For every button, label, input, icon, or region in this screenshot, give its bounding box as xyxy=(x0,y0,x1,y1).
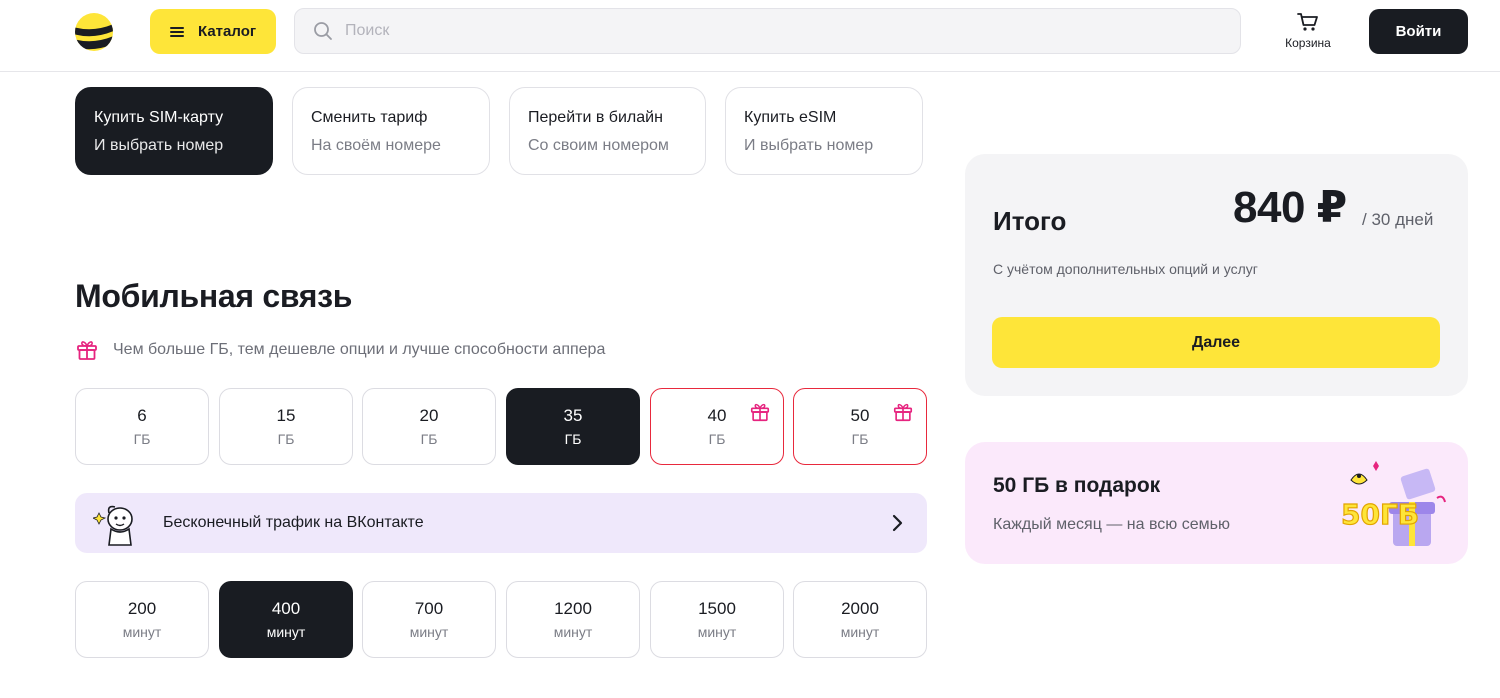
gift-icon xyxy=(77,341,97,360)
mascot-icon xyxy=(93,505,133,546)
minutes-option-700[interactable]: 700 минут xyxy=(362,581,496,658)
option-unit: ГБ xyxy=(420,430,438,447)
option-unit: минут xyxy=(409,623,449,640)
option-unit: минут xyxy=(553,623,593,640)
option-value: 50 xyxy=(850,405,870,425)
minutes-option-1500[interactable]: 1500 минут xyxy=(650,581,784,658)
minutes-option-2000[interactable]: 2000 минут xyxy=(793,581,927,658)
option-value: 1200 xyxy=(554,598,592,618)
data-option-15gb[interactable]: 15 ГБ xyxy=(219,388,353,465)
mode-card-subtitle: И выбрать номер xyxy=(94,137,224,154)
option-value: 2000 xyxy=(841,598,879,618)
cart-icon xyxy=(1297,13,1318,31)
mode-card-buy-esim[interactable]: Купить eSIM И выбрать номер xyxy=(725,87,923,175)
option-unit: ГБ xyxy=(564,430,582,447)
login-button[interactable]: Войти xyxy=(1369,9,1468,54)
mode-card-title: Купить SIM-карту xyxy=(94,109,224,126)
data-option-35gb[interactable]: 35 ГБ xyxy=(506,388,640,465)
minutes-option-200[interactable]: 200 минут xyxy=(75,581,209,658)
promo-text: Чем больше ГБ, тем дешевле опции и лучше… xyxy=(113,341,606,358)
search-bar[interactable] xyxy=(294,8,1241,54)
mode-card-change-tariff[interactable]: Сменить тариф На своём номере xyxy=(292,87,490,175)
chevron-right-icon xyxy=(892,514,903,532)
total-label: Итого xyxy=(993,206,1067,236)
gift-icon xyxy=(750,403,770,422)
option-unit: минут xyxy=(122,623,162,640)
option-unit: минут xyxy=(697,623,737,640)
data-option-50gb[interactable]: 50 ГБ xyxy=(793,388,927,465)
search-input[interactable] xyxy=(345,22,1205,40)
vk-unlimited-banner[interactable]: Бесконечный трафик на ВКонтакте xyxy=(75,493,927,553)
mode-card-switch-to-beeline[interactable]: Перейти в билайн Со своим номером xyxy=(509,87,706,175)
mode-card-subtitle: Со своим номером xyxy=(528,137,669,154)
gift-icon xyxy=(893,403,913,422)
total-period: / 30 дней xyxy=(1362,210,1434,229)
menu-icon xyxy=(170,26,184,37)
search-icon xyxy=(314,22,332,40)
section-title: Мобильная связь xyxy=(75,278,353,314)
option-value: 20 xyxy=(419,405,439,425)
gift-art-text: 50ГБ xyxy=(1341,498,1419,531)
promo-line: Чем больше ГБ, тем дешевле опции и лучше… xyxy=(75,338,605,362)
option-value: 15 xyxy=(276,405,296,425)
option-value: 700 xyxy=(414,598,444,618)
option-value: 400 xyxy=(271,598,301,618)
option-unit: минут xyxy=(840,623,880,640)
header: Каталог Корзина Войти xyxy=(0,0,1500,72)
total-summary-card: Итого 840 ₽ / 30 дней С учётом дополните… xyxy=(965,154,1468,396)
mode-card-title: Купить eSIM xyxy=(744,109,837,126)
gift-promo-card[interactable]: 50 ГБ в подарок Каждый месяц — на всю се… xyxy=(965,442,1468,564)
catalog-label: Каталог xyxy=(198,23,257,40)
mode-card-subtitle: И выбрать номер xyxy=(744,137,874,154)
vk-banner-text: Бесконечный трафик на ВКонтакте xyxy=(163,514,424,531)
minutes-option-400[interactable]: 400 минут xyxy=(219,581,353,658)
beeline-logo[interactable] xyxy=(74,12,114,52)
option-value: 6 xyxy=(137,405,147,425)
cart-label: Корзина xyxy=(1285,36,1331,50)
option-unit: ГБ xyxy=(708,430,726,447)
catalog-button[interactable]: Каталог xyxy=(150,9,276,54)
mode-card-buy-sim[interactable]: Купить SIM-карту И выбрать номер xyxy=(75,87,273,175)
total-price: 840 ₽ xyxy=(1233,183,1347,232)
mode-card-title: Сменить тариф xyxy=(311,109,428,126)
next-button[interactable]: Далее xyxy=(992,317,1440,368)
cart-button[interactable]: Корзина xyxy=(1280,12,1336,56)
mode-card-title: Перейти в билайн xyxy=(528,109,663,126)
option-value: 35 xyxy=(563,405,583,425)
option-unit: ГБ xyxy=(277,430,295,447)
gift-box-illustration: 50ГБ xyxy=(1340,461,1446,546)
option-unit: ГБ xyxy=(133,430,151,447)
total-note: С учётом дополнительных опций и услуг xyxy=(993,261,1258,277)
gift-promo-subtitle: Каждый месяц — на всю семью xyxy=(993,516,1230,533)
data-option-20gb[interactable]: 20 ГБ xyxy=(362,388,496,465)
gift-promo-title: 50 ГБ в подарок xyxy=(993,474,1161,497)
option-value: 200 xyxy=(127,598,157,618)
option-value: 1500 xyxy=(698,598,736,618)
mode-card-subtitle: На своём номере xyxy=(311,137,441,154)
option-value: 40 xyxy=(707,405,727,425)
minutes-option-1200[interactable]: 1200 минут xyxy=(506,581,640,658)
option-unit: ГБ xyxy=(851,430,869,447)
option-unit: минут xyxy=(266,623,306,640)
data-option-6gb[interactable]: 6 ГБ xyxy=(75,388,209,465)
data-option-40gb[interactable]: 40 ГБ xyxy=(650,388,784,465)
